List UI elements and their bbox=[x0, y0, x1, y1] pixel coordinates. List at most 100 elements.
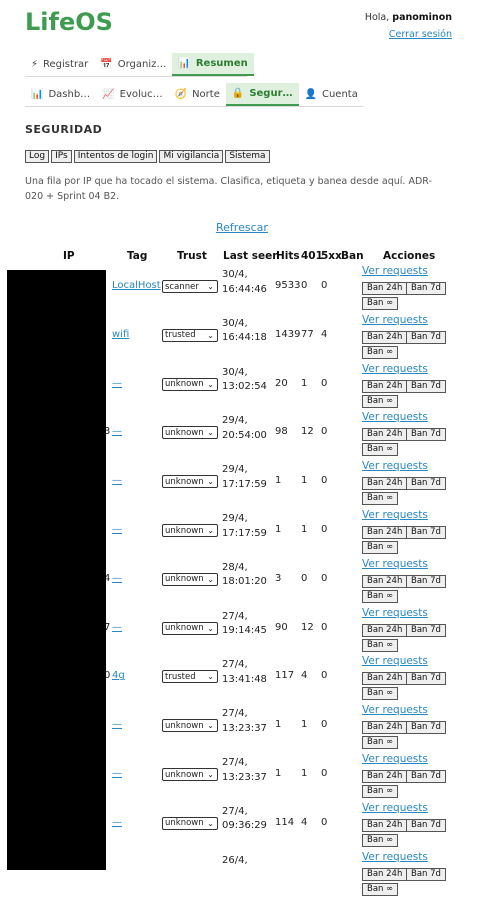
view-requests-link[interactable]: Ver requests bbox=[362, 314, 428, 326]
tag-link[interactable]: LocalHost bbox=[112, 280, 161, 291]
tag-link[interactable]: wifi bbox=[112, 329, 129, 340]
ban-7d-button[interactable]: Ban 7d bbox=[406, 770, 446, 783]
trust-select[interactable]: trusted ⌄ bbox=[162, 670, 218, 684]
main-tab-0[interactable]: ⚡ Registrar bbox=[25, 53, 94, 76]
ban-forever-button[interactable]: Ban ∞ bbox=[362, 882, 399, 896]
ban-24h-button[interactable]: Ban 24h bbox=[362, 672, 408, 686]
ban-24h-button[interactable]: Ban 24h bbox=[362, 867, 408, 881]
ban-forever-button[interactable]: Ban ∞ bbox=[362, 833, 399, 847]
view-requests-link[interactable]: Ver requests bbox=[362, 411, 428, 423]
ban-24h-button[interactable]: Ban 24h bbox=[362, 770, 408, 783]
ban-forever-button[interactable]: Ban ∞ bbox=[362, 687, 399, 701]
ban-7d-button[interactable]: Ban 7d bbox=[406, 330, 446, 344]
view-requests-link[interactable]: Ver requests bbox=[362, 607, 428, 619]
ban-24h-button[interactable]: Ban 24h bbox=[362, 330, 408, 344]
view-requests-link[interactable]: Ver requests bbox=[362, 655, 428, 667]
ban-forever-button[interactable]: Ban ∞ bbox=[362, 541, 399, 554]
tag-link[interactable]: — bbox=[112, 475, 122, 486]
trust-select[interactable]: unknown ⌄ bbox=[162, 816, 218, 830]
subtab-1[interactable]: IPs bbox=[51, 150, 72, 163]
trust-select[interactable]: unknown ⌄ bbox=[162, 719, 218, 733]
tag-link[interactable]: — bbox=[112, 817, 122, 828]
ban-24h-button[interactable]: Ban 24h bbox=[362, 428, 408, 442]
trust-select[interactable]: unknown ⌄ bbox=[162, 524, 218, 537]
view-requests-link[interactable]: Ver requests bbox=[362, 509, 428, 521]
ban-24h-button[interactable]: Ban 24h bbox=[362, 623, 408, 637]
ban-forever-button[interactable]: Ban ∞ bbox=[362, 443, 399, 457]
trust-select[interactable]: unknown ⌄ bbox=[162, 426, 218, 440]
ban-forever-button[interactable]: Ban ∞ bbox=[362, 297, 399, 310]
ban-7d-button[interactable]: Ban 7d bbox=[406, 721, 446, 735]
sub-tab-2[interactable]: 🧭 Norte bbox=[169, 83, 226, 106]
section-title: SEGURIDAD bbox=[25, 123, 103, 136]
last-seen: 27/4, 09:36:29 bbox=[222, 805, 267, 834]
subtab-2[interactable]: Intentos de login bbox=[73, 150, 158, 163]
view-requests-link[interactable]: Ver requests bbox=[362, 851, 428, 863]
tag-link[interactable]: 4g bbox=[112, 670, 125, 681]
sub-tab-4[interactable]: 👤 Cuenta bbox=[299, 83, 364, 106]
main-tab-2[interactable]: 📊 Resumen bbox=[172, 53, 254, 76]
ban-7d-button[interactable]: Ban 7d bbox=[406, 379, 446, 393]
ban-24h-button[interactable]: Ban 24h bbox=[362, 282, 408, 295]
ban-forever-button[interactable]: Ban ∞ bbox=[362, 345, 399, 359]
ban-forever-button[interactable]: Ban ∞ bbox=[362, 638, 399, 652]
ban-7d-button[interactable]: Ban 7d bbox=[406, 818, 446, 832]
ban-7d-button[interactable]: Ban 7d bbox=[406, 574, 446, 588]
chevron-down-icon: ⌄ bbox=[207, 477, 214, 487]
count-5xx: 0 bbox=[321, 475, 328, 487]
trust-select[interactable]: scanner ⌄ bbox=[162, 280, 218, 293]
tag-link[interactable]: — bbox=[112, 524, 122, 535]
refresh-link[interactable]: Refrescar bbox=[216, 221, 268, 234]
tag-link[interactable]: — bbox=[112, 426, 122, 437]
trust-select[interactable]: trusted ⌄ bbox=[162, 328, 218, 342]
trust-select[interactable]: unknown ⌄ bbox=[162, 621, 218, 635]
subtab-3[interactable]: Mi vigilancia bbox=[159, 150, 224, 163]
col-actions: Acciones bbox=[383, 250, 436, 262]
sub-tab-1[interactable]: 📈 Evoluc… bbox=[96, 83, 168, 106]
view-requests-link[interactable]: Ver requests bbox=[362, 753, 428, 765]
ban-forever-button[interactable]: Ban ∞ bbox=[362, 589, 399, 603]
col-ban: Ban bbox=[341, 250, 364, 262]
ban-forever-button[interactable]: Ban ∞ bbox=[362, 394, 399, 408]
ban-7d-button[interactable]: Ban 7d bbox=[406, 526, 446, 539]
view-requests-link[interactable]: Ver requests bbox=[362, 802, 428, 814]
ban-7d-button[interactable]: Ban 7d bbox=[406, 867, 446, 881]
view-requests-link[interactable]: Ver requests bbox=[362, 460, 428, 472]
ban-7d-button[interactable]: Ban 7d bbox=[406, 282, 446, 295]
logout-link[interactable]: Cerrar sesión bbox=[389, 29, 452, 40]
ban-24h-button[interactable]: Ban 24h bbox=[362, 526, 408, 539]
view-requests-link[interactable]: Ver requests bbox=[362, 558, 428, 570]
trust-select[interactable]: unknown ⌄ bbox=[162, 768, 218, 781]
trust-select[interactable]: unknown ⌄ bbox=[162, 572, 218, 586]
tag-link[interactable]: — bbox=[112, 768, 122, 779]
sub-tab-0[interactable]: 📊 Dashb… bbox=[25, 83, 96, 106]
sub-tab-3[interactable]: 🔒 Segur… bbox=[225, 83, 299, 106]
ban-24h-button[interactable]: Ban 24h bbox=[362, 818, 408, 832]
tag-link[interactable]: — bbox=[112, 622, 122, 633]
ban-forever-button[interactable]: Ban ∞ bbox=[362, 785, 399, 798]
ban-7d-button[interactable]: Ban 7d bbox=[406, 428, 446, 442]
ban-24h-button[interactable]: Ban 24h bbox=[362, 574, 408, 588]
ban-forever-button[interactable]: Ban ∞ bbox=[362, 736, 399, 750]
ban-7d-button[interactable]: Ban 7d bbox=[406, 477, 446, 491]
tag-link[interactable]: — bbox=[112, 378, 122, 389]
tag-link[interactable]: — bbox=[112, 719, 122, 730]
ban-24h-button[interactable]: Ban 24h bbox=[362, 379, 408, 393]
ban-24h-button[interactable]: Ban 24h bbox=[362, 477, 408, 491]
view-requests-link[interactable]: Ver requests bbox=[362, 265, 428, 277]
main-tab-1[interactable]: 📅 Organiz… bbox=[94, 53, 172, 76]
ban-7d-button[interactable]: Ban 7d bbox=[406, 672, 446, 686]
ban-24h-button[interactable]: Ban 24h bbox=[362, 721, 408, 735]
view-requests-link[interactable]: Ver requests bbox=[362, 363, 428, 375]
count-401: 77 bbox=[301, 328, 314, 340]
ban-7d-button[interactable]: Ban 7d bbox=[406, 623, 446, 637]
ban-forever-button[interactable]: Ban ∞ bbox=[362, 492, 399, 506]
trust-value: unknown bbox=[165, 623, 204, 634]
trust-select[interactable]: unknown ⌄ bbox=[162, 475, 218, 489]
tag-link[interactable]: — bbox=[112, 573, 122, 584]
view-requests-link[interactable]: Ver requests bbox=[362, 704, 428, 716]
user-greeting: Hola, panominon bbox=[364, 12, 452, 23]
subtab-4[interactable]: Sistema bbox=[225, 150, 270, 163]
subtab-0[interactable]: Log bbox=[25, 150, 50, 163]
trust-select[interactable]: unknown ⌄ bbox=[162, 377, 218, 391]
